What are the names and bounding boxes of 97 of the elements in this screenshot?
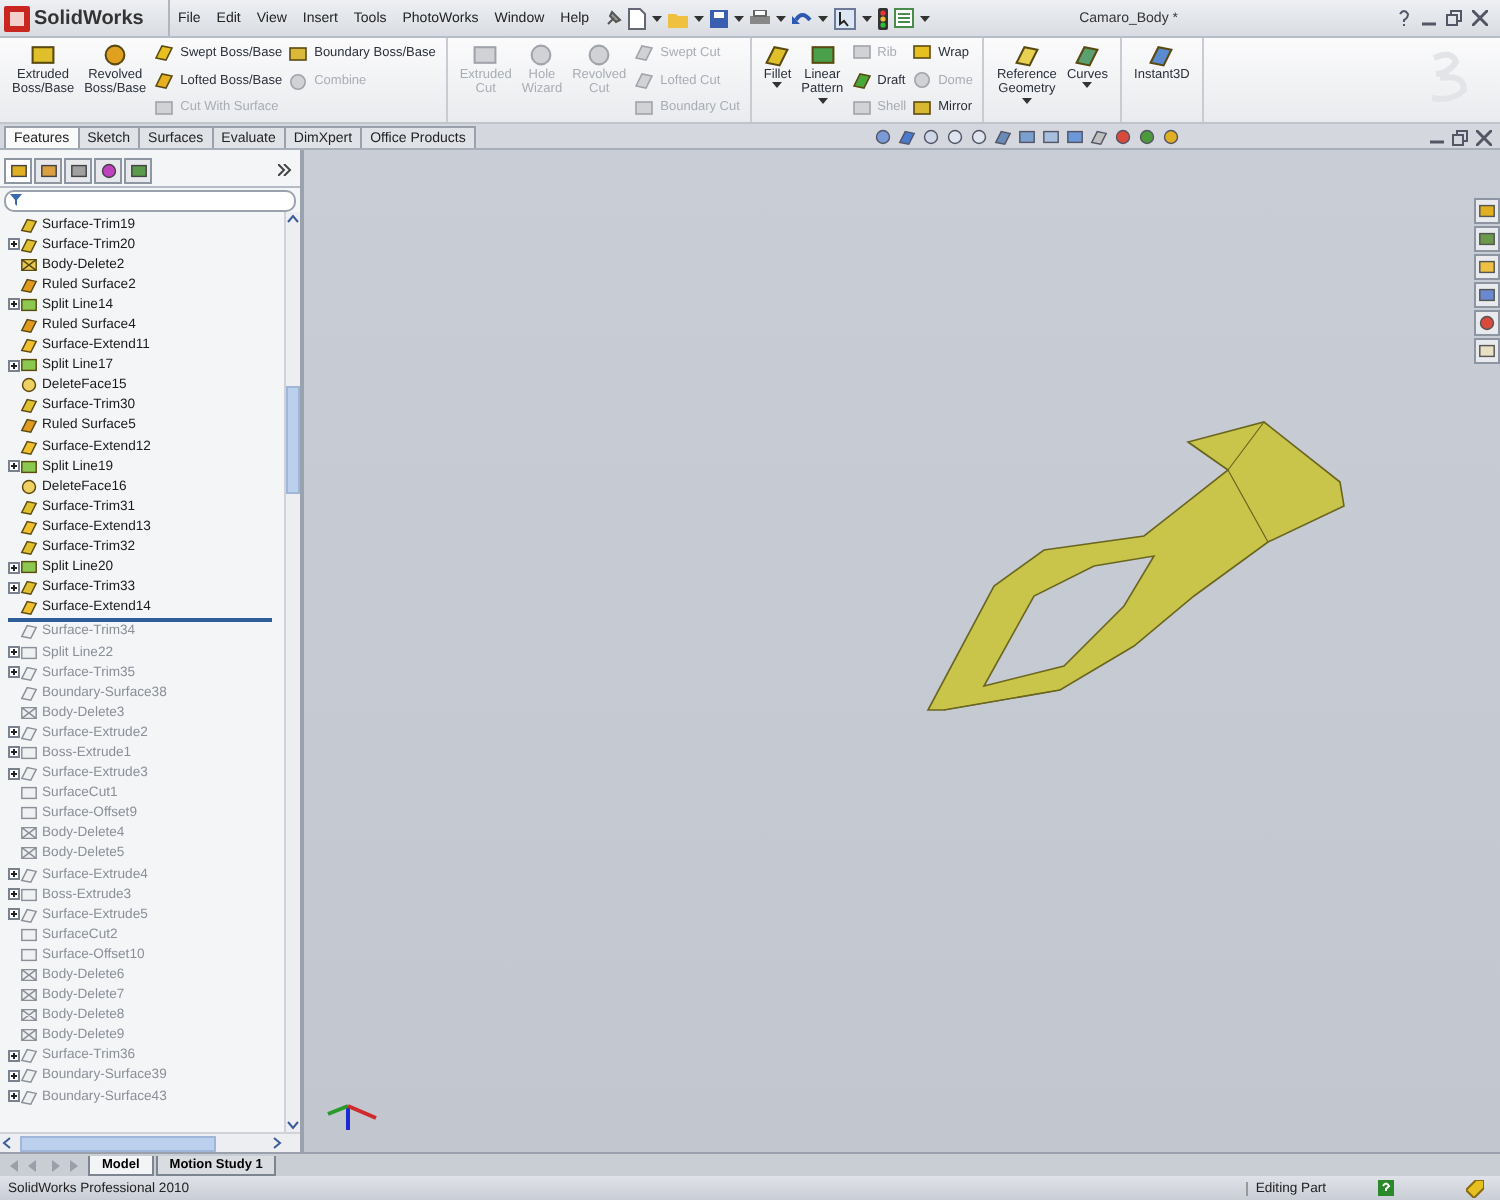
scroll-left-icon[interactable] (0, 1136, 14, 1150)
trim-icon (20, 663, 38, 682)
axis-triad-drawing (327, 1104, 377, 1130)
expand-icon[interactable] (8, 746, 20, 759)
caret-icon[interactable] (919, 15, 930, 21)
offset-icon (20, 945, 38, 964)
extend-icon (20, 336, 38, 355)
extend-icon (20, 437, 38, 456)
print-icon[interactable] (749, 9, 770, 27)
help-icon[interactable] (1398, 10, 1410, 26)
expand-icon[interactable] (8, 1069, 20, 1082)
expand-icon[interactable] (8, 666, 20, 679)
chevron-icon[interactable] (278, 164, 292, 176)
new-document-icon[interactable] (627, 7, 646, 29)
panel-tab[interactable] (4, 157, 32, 183)
task-pane-button[interactable] (1474, 338, 1500, 364)
caret-icon[interactable] (772, 82, 783, 89)
trim-icon (20, 622, 38, 641)
panel-tab[interactable] (64, 157, 92, 183)
expand-icon[interactable] (8, 767, 20, 780)
expand-icon[interactable] (8, 561, 20, 574)
caret-icon[interactable] (1082, 82, 1093, 89)
extend-icon (20, 517, 38, 536)
extend-icon (20, 598, 38, 617)
cross-box-icon (20, 986, 38, 1005)
list-icon[interactable] (893, 8, 914, 28)
cross-box-icon (20, 966, 38, 985)
help-icon[interactable] (1378, 1180, 1394, 1196)
pin-icon[interactable] (605, 10, 622, 26)
traffic-light-icon[interactable] (877, 7, 888, 29)
caret-icon[interactable] (861, 15, 872, 21)
trim-icon (20, 538, 38, 557)
offset-icon (20, 804, 38, 823)
task-pane-button[interactable] (1474, 310, 1500, 336)
scrollbar-thumb[interactable] (286, 386, 300, 494)
scroll-right-icon[interactable] (270, 1136, 284, 1150)
scroll-down-icon[interactable] (286, 1118, 300, 1132)
logo-icon (4, 5, 30, 31)
undo-icon[interactable] (791, 9, 812, 27)
cross-box-icon (20, 824, 38, 843)
trim-icon (20, 1046, 38, 1065)
ruled-surface-icon (20, 275, 38, 294)
expand-icon[interactable] (8, 1049, 20, 1062)
expand-icon[interactable] (8, 298, 20, 311)
expand-icon[interactable] (8, 888, 20, 901)
scroll-up-icon[interactable] (286, 212, 300, 226)
app-name: SolidWorks (34, 7, 144, 29)
ruled-surface-icon (20, 316, 38, 335)
boss-icon (20, 885, 38, 904)
expand-icon[interactable] (8, 460, 20, 473)
extrude-icon (20, 723, 38, 742)
panel-tab[interactable] (34, 157, 62, 183)
task-pane-button[interactable] (1474, 198, 1500, 224)
cross-box-icon (20, 1026, 38, 1045)
cross-box-icon (20, 844, 38, 863)
rollback-bar[interactable] (8, 617, 272, 622)
expand-icon[interactable] (8, 646, 20, 659)
boss-icon (20, 743, 38, 762)
expand-icon[interactable] (8, 726, 20, 739)
expand-icon[interactable] (8, 868, 20, 881)
panel-tab[interactable] (94, 157, 122, 183)
caret-icon[interactable] (651, 15, 662, 21)
close-icon[interactable] (1472, 10, 1488, 26)
ruled-surface-icon (20, 416, 38, 435)
expand-icon[interactable] (8, 359, 20, 372)
caret-icon[interactable] (775, 15, 786, 21)
expand-icon[interactable] (8, 581, 20, 594)
extrude-icon (20, 764, 38, 783)
restore-icon[interactable] (1446, 10, 1462, 26)
trim-icon (20, 396, 38, 415)
filter-icon (10, 194, 22, 206)
expand-icon[interactable] (8, 908, 20, 921)
cross-box-icon (20, 1006, 38, 1025)
expand-icon[interactable] (8, 238, 20, 251)
extrude-icon (20, 865, 38, 884)
cross-box-icon (20, 255, 38, 274)
caret-icon[interactable] (817, 97, 828, 104)
expand-icon[interactable] (8, 1090, 20, 1103)
trim-icon (20, 497, 38, 516)
filter-field[interactable] (4, 189, 296, 211)
caret-icon[interactable] (817, 15, 828, 21)
close-icon[interactable] (1476, 130, 1492, 146)
panel-tab[interactable] (124, 157, 152, 183)
restore-icon[interactable] (1452, 130, 1468, 146)
trim-icon (20, 578, 38, 597)
scrollbar-thumb[interactable] (20, 1135, 216, 1151)
caret-icon[interactable] (733, 15, 744, 21)
extrude-icon (20, 905, 38, 924)
caret-icon[interactable] (1021, 97, 1032, 104)
face-icon (20, 477, 38, 496)
task-pane-button[interactable] (1474, 226, 1500, 252)
task-pane-button[interactable] (1474, 282, 1500, 308)
caret-icon[interactable] (693, 15, 704, 21)
task-pane-button[interactable] (1474, 254, 1500, 280)
face-icon (20, 376, 38, 395)
cross-box-icon (20, 703, 38, 722)
save-icon[interactable] (709, 9, 728, 27)
